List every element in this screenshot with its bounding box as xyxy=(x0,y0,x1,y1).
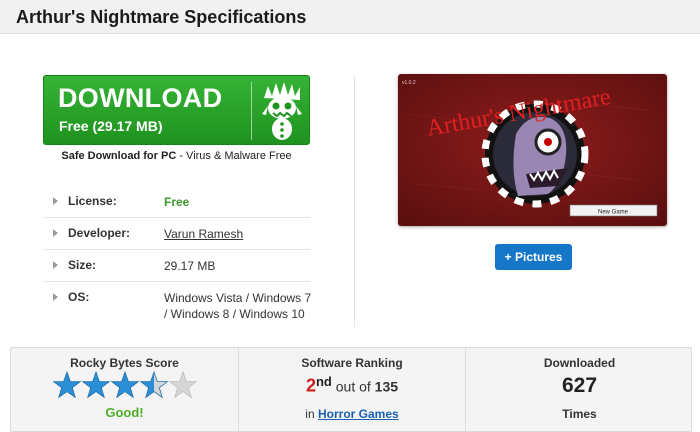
safe-download-notice: Safe Download for PC - Virus & Malware F… xyxy=(43,150,310,162)
spec-key-developer: Developer: xyxy=(68,226,131,240)
spec-value-license: Free xyxy=(164,195,190,209)
spec-list: License: Free Developer: Varun Ramesh Si… xyxy=(43,186,312,327)
page-title: Arthur's Nightmare Specifications xyxy=(16,7,307,27)
ranking-title: Software Ranking xyxy=(301,356,403,370)
horror-games-link[interactable]: Horror Games xyxy=(318,407,399,421)
spec-row-developer: Developer: Varun Ramesh xyxy=(43,218,310,250)
star-icon xyxy=(52,370,82,399)
caret-right-icon xyxy=(53,229,58,237)
star-icon xyxy=(139,370,169,399)
game-screenshot[interactable]: Arthur's Nightmare v1.0.2 New Game xyxy=(398,74,667,226)
page-header: Arthur's Nightmare Specifications xyxy=(0,0,700,34)
rank-total: 135 xyxy=(374,378,399,395)
rank-in-label: in xyxy=(305,407,318,421)
safe-download-label: Safe Download for PC xyxy=(61,150,177,162)
safe-download-suffix: - Virus & Malware Free xyxy=(176,150,292,162)
spec-value-os: Windows Vista / Windows 7 / Windows 8 / … xyxy=(164,291,312,321)
spec-key-os: OS: xyxy=(68,290,90,304)
star-icon xyxy=(168,370,198,399)
rank-out-of: out of xyxy=(331,378,375,395)
pictures-button[interactable]: + Pictures xyxy=(495,244,572,270)
star-rating xyxy=(52,370,198,399)
download-label: DOWNLOAD xyxy=(58,83,223,113)
caret-right-icon xyxy=(53,293,58,301)
developer-link[interactable]: Varun Ramesh xyxy=(164,226,312,242)
download-size-label: Free (29.17 MB) xyxy=(59,118,163,134)
score-panel: Rocky Bytes Score Good! xyxy=(11,348,238,432)
screenshot-version: v1.0.2 xyxy=(402,80,416,86)
column-divider xyxy=(354,75,355,327)
spec-row-size: Size: 29.17 MB xyxy=(43,250,310,282)
downloaded-panel: Downloaded 627 Times xyxy=(466,348,693,432)
rank-line: 2nd out of 135 xyxy=(239,374,465,397)
rank-category: in Horror Games xyxy=(239,407,465,421)
caret-right-icon xyxy=(53,197,58,205)
star-icon xyxy=(81,370,111,399)
spec-value-size: 29.17 MB xyxy=(164,259,216,273)
downloaded-title: Downloaded xyxy=(543,356,616,370)
spec-key-license: License: xyxy=(68,194,117,208)
rank-number: 2 xyxy=(305,375,316,396)
download-divider xyxy=(251,82,252,140)
rating-word: Good! xyxy=(105,405,144,420)
spec-row-os: OS: Windows Vista / Windows 7 / Windows … xyxy=(43,282,312,327)
screenshot-new-game-label: New Game xyxy=(598,210,629,216)
monster-logo-icon xyxy=(262,82,302,140)
star-icon xyxy=(110,370,140,399)
stats-bar: Rocky Bytes Score Good! Software Ranking… xyxy=(10,347,692,432)
download-unit: Times xyxy=(562,407,597,421)
download-count: 627 xyxy=(561,374,598,397)
spec-key-size: Size: xyxy=(68,258,97,272)
spec-row-license: License: Free xyxy=(43,186,310,218)
score-title: Rocky Bytes Score xyxy=(70,356,179,370)
rank-suffix: nd xyxy=(315,374,332,389)
download-button[interactable]: DOWNLOAD Free (29.17 MB) xyxy=(43,75,310,145)
caret-right-icon xyxy=(53,261,58,269)
ranking-panel: Software Ranking 2nd out of 135 in Horro… xyxy=(238,348,466,432)
